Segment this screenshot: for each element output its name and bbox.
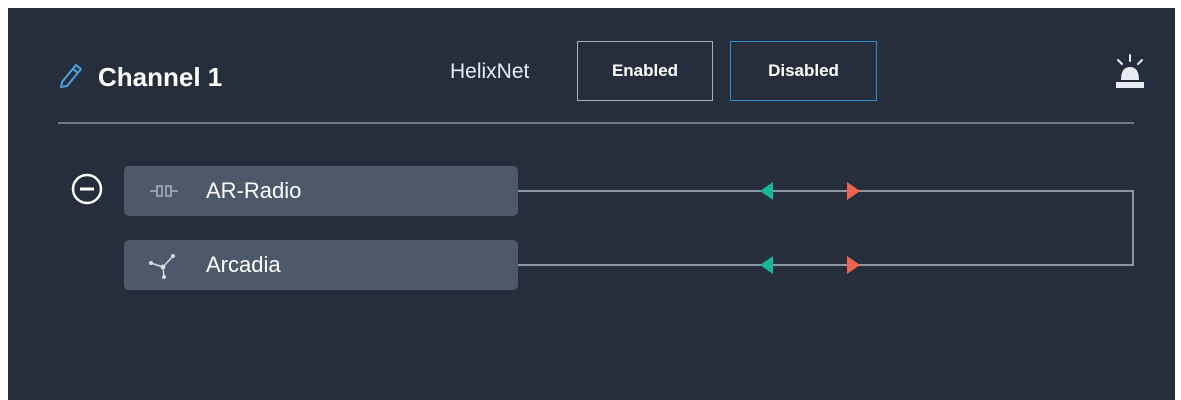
talk-arrow-arcadia[interactable] bbox=[760, 256, 773, 274]
network-node-icon bbox=[149, 254, 175, 279]
port-label: AR-Radio bbox=[206, 178, 302, 203]
remove-circle-icon[interactable] bbox=[70, 172, 104, 206]
talk-arrow-ar-radio[interactable] bbox=[760, 182, 773, 200]
port-ar-radio[interactable]: AR-Radio bbox=[124, 166, 518, 216]
listen-arrow-arcadia[interactable] bbox=[847, 256, 860, 274]
port-arcadia[interactable]: Arcadia bbox=[124, 240, 518, 290]
radio-port-icon bbox=[150, 185, 178, 197]
port-label: Arcadia bbox=[206, 252, 281, 277]
listen-arrow-ar-radio[interactable] bbox=[847, 182, 860, 200]
